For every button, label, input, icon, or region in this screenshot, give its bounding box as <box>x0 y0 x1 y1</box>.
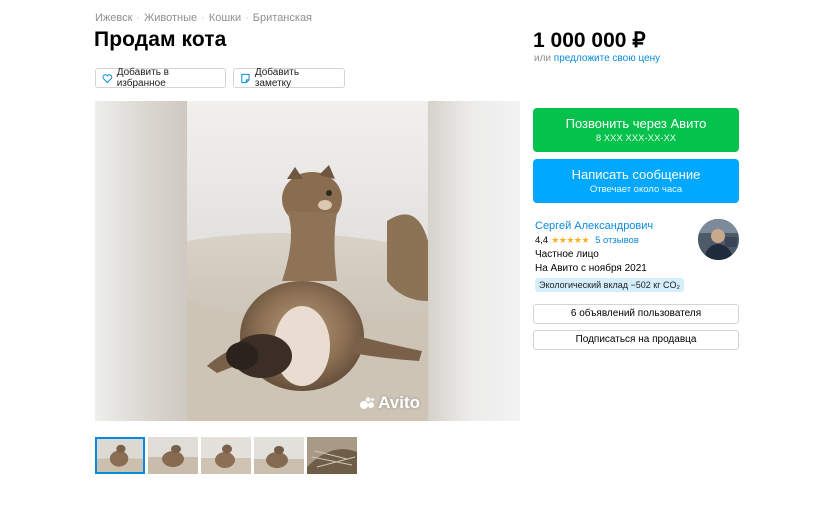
listing-actions: Добавить в избранное Добавить заметку <box>95 67 345 89</box>
add-note-button[interactable]: Добавить заметку <box>233 67 345 89</box>
thumbnail[interactable] <box>254 437 304 474</box>
message-button[interactable]: Написать сообщение Отвечает около часа <box>533 159 739 203</box>
seller-ads-button[interactable]: 6 объявлений пользователя <box>533 304 739 324</box>
offer-price-link[interactable]: предложите свою цену <box>554 53 660 64</box>
avatar[interactable] <box>698 219 739 260</box>
thumbnail-image <box>97 439 143 472</box>
breadcrumb: Ижевск · Животные · Кошки · Британская <box>95 12 312 24</box>
call-button[interactable]: Позвонить через Авито 8 XXX XXX-XX-XX <box>533 108 739 152</box>
thumbnail-image <box>307 437 357 474</box>
breadcrumb-separator: · <box>201 12 205 24</box>
photo-gallery[interactable]: Avito <box>95 101 520 421</box>
thumbnail[interactable] <box>201 437 251 474</box>
breadcrumb-separator: · <box>245 12 249 24</box>
add-to-favorites-label: Добавить в избранное <box>116 67 169 89</box>
eco-impact-badge[interactable]: Экологический вклад −502 кг CO₂ <box>535 278 684 292</box>
subscribe-seller-button[interactable]: Подписаться на продавца <box>533 330 739 350</box>
thumbnail-image <box>148 437 198 474</box>
cat-photo <box>187 101 428 421</box>
price-offer-prefix: или <box>534 53 552 64</box>
breadcrumb-city[interactable]: Ижевск <box>95 12 132 24</box>
breadcrumb-animals[interactable]: Животные <box>144 12 197 24</box>
thumbnail[interactable] <box>307 437 357 474</box>
breadcrumb-separator: · <box>136 12 141 24</box>
add-note-label: Добавить заметку <box>254 67 300 89</box>
photo-thumbnails <box>95 437 357 474</box>
gallery-blur-right <box>428 101 520 421</box>
seller-since: На Авито с ноября 2021 <box>535 263 647 274</box>
thumbnail[interactable] <box>148 437 198 474</box>
price: 1 000 000 ₽ <box>533 29 646 52</box>
thumbnail[interactable] <box>95 437 145 474</box>
thumbnail-image <box>254 437 304 474</box>
price-offer-line: или предложите свою цену <box>534 53 660 64</box>
reviews-link[interactable]: 5 отзывов <box>595 235 639 246</box>
avatar-image <box>698 219 739 260</box>
heart-icon <box>102 73 113 83</box>
avito-logo-icon <box>360 397 375 409</box>
call-button-phone: 8 XXX XXX-XX-XX <box>595 133 677 144</box>
avito-watermark: Avito <box>359 393 420 413</box>
message-button-label: Написать сообщение <box>571 167 701 182</box>
add-to-favorites-button[interactable]: Добавить в избранное <box>95 67 226 89</box>
avito-watermark-text: Avito <box>378 393 420 412</box>
rating-stars-icon: ★★★★★ <box>551 235 590 245</box>
gallery-blur-left <box>95 101 187 421</box>
call-button-label: Позвонить через Авито <box>565 116 707 131</box>
breadcrumb-breed[interactable]: Британская <box>253 12 312 24</box>
message-button-subtitle: Отвечает около часа <box>589 184 683 195</box>
thumbnail-image <box>201 437 251 474</box>
note-icon <box>241 73 250 83</box>
breadcrumb-cats[interactable]: Кошки <box>209 12 241 24</box>
rating-value: 4,4 <box>535 235 549 246</box>
page-title: Продам кота <box>94 28 227 51</box>
